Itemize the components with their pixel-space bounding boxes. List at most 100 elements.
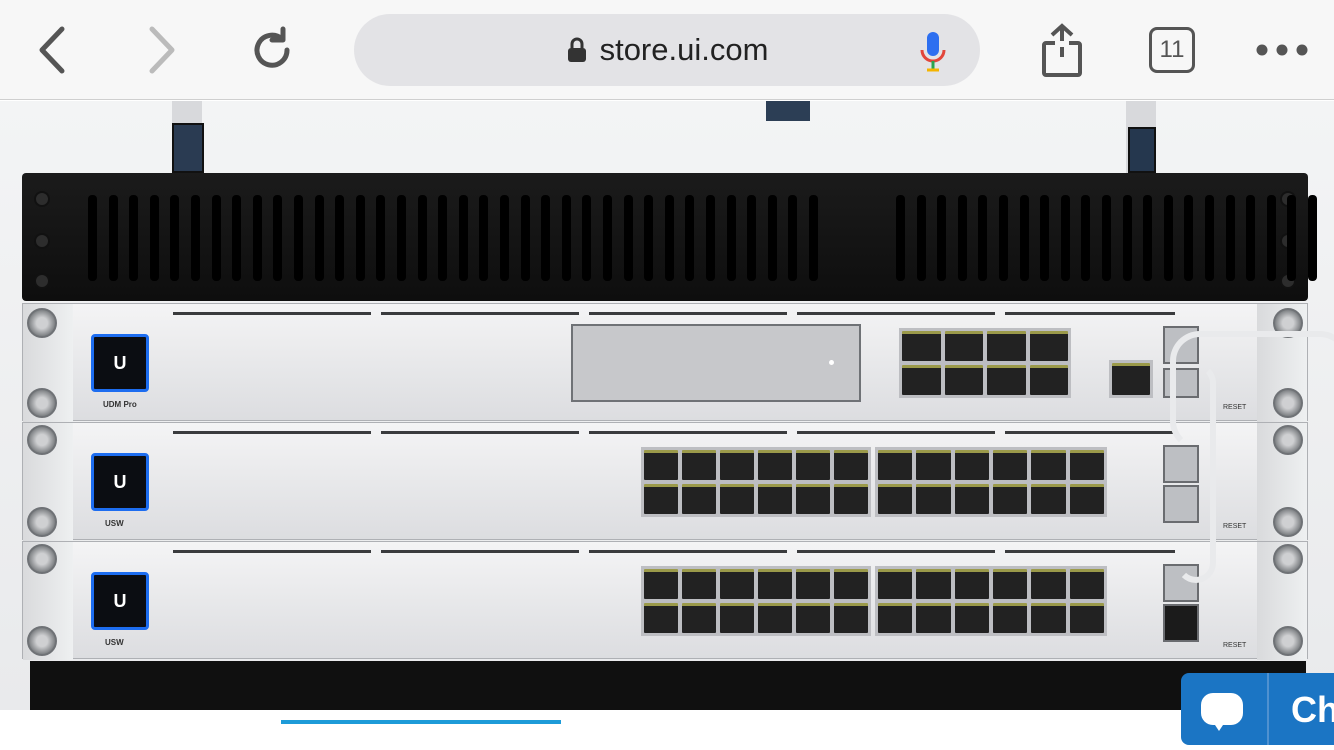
vent-stripe <box>1005 312 1175 315</box>
vent-stripe <box>797 431 995 434</box>
vent-slot <box>1205 195 1214 281</box>
rack-bolt <box>27 626 57 656</box>
port <box>992 603 1028 633</box>
port <box>902 365 941 395</box>
vent-slot <box>747 195 757 281</box>
chat-bubble-icon <box>1201 693 1243 731</box>
forward-button[interactable] <box>134 22 190 78</box>
port <box>1029 331 1068 361</box>
port <box>720 603 754 633</box>
vent-slot <box>149 195 159 281</box>
status-led <box>829 360 834 365</box>
port <box>944 331 983 361</box>
ubiquiti-logo: U <box>91 334 149 392</box>
vent-slot <box>191 195 200 281</box>
rack-vent-panel <box>22 173 1317 301</box>
port <box>1031 569 1066 599</box>
port <box>954 603 989 633</box>
chat-label: Ch <box>1291 689 1334 730</box>
rack-bolt <box>1273 626 1303 656</box>
vent-stripe <box>381 550 579 553</box>
vent-slot <box>1143 195 1153 281</box>
port <box>954 484 989 514</box>
port <box>834 450 868 480</box>
port <box>758 450 792 480</box>
phone-device <box>1128 127 1156 173</box>
vent-slot <box>916 195 926 281</box>
port <box>644 484 678 514</box>
model-label: USW <box>105 638 124 647</box>
vent-slot <box>417 195 427 281</box>
port <box>878 603 913 633</box>
vent-slot <box>957 195 967 281</box>
chat-button[interactable]: Ch <box>1181 673 1334 745</box>
usw-switch-unit: U USW RESET <box>22 422 1308 541</box>
ubiquiti-logo: U <box>91 453 149 511</box>
vent-slot <box>726 195 736 281</box>
vent-slot <box>211 195 221 281</box>
port <box>902 331 941 361</box>
ubiquiti-logo: U <box>91 572 149 630</box>
vent-stripe <box>1005 550 1175 553</box>
port <box>878 569 913 599</box>
port <box>834 603 868 633</box>
vent-slot <box>896 195 905 281</box>
ethernet-ports <box>875 447 1107 517</box>
port <box>796 484 830 514</box>
port <box>1069 569 1104 599</box>
vent-slot <box>809 195 818 281</box>
address-bar[interactable]: store.ui.com <box>354 14 980 86</box>
udm-pro-unit: U UDM Pro RESET <box>22 303 1308 422</box>
vent-slot <box>1040 195 1050 281</box>
reload-button[interactable] <box>244 22 300 78</box>
more-icon <box>1256 44 1308 56</box>
rack-screw <box>34 191 50 207</box>
ethernet-ports <box>641 566 871 636</box>
drive-bay <box>571 324 861 402</box>
vent-slot <box>1163 195 1173 281</box>
vent-slot <box>355 195 365 281</box>
port <box>987 365 1026 395</box>
tabs-button[interactable]: 11 <box>1144 22 1200 78</box>
port <box>720 569 754 599</box>
port <box>720 450 754 480</box>
browser-toolbar: store.ui.com 11 <box>0 0 1334 100</box>
vent-stripe <box>173 550 371 553</box>
vent-slot <box>1184 195 1194 281</box>
port <box>834 484 868 514</box>
vent-stripe <box>381 431 579 434</box>
reload-icon <box>254 26 290 68</box>
rack-bolt <box>1273 507 1303 537</box>
port <box>758 603 792 633</box>
tabs-count: 11 <box>1149 27 1195 73</box>
port <box>796 450 830 480</box>
port <box>916 450 951 480</box>
vent-slot <box>520 195 530 281</box>
chevron-right-icon <box>149 26 175 74</box>
vent-slot <box>1122 195 1132 281</box>
url-text: store.ui.com <box>599 32 769 67</box>
ethernet-ports <box>875 566 1107 636</box>
rack-screw <box>34 273 50 289</box>
microphone-icon[interactable] <box>918 30 948 72</box>
port <box>758 484 792 514</box>
phone-device <box>172 123 204 173</box>
lock-icon <box>567 37 586 62</box>
port <box>796 603 830 633</box>
divider <box>1267 673 1269 745</box>
vent-slot <box>603 195 612 281</box>
ethernet-ports <box>641 447 871 517</box>
phone-device <box>766 101 810 121</box>
vent-slot <box>664 195 674 281</box>
more-button[interactable] <box>1254 22 1310 78</box>
share-button[interactable] <box>1034 22 1090 78</box>
vent-slot <box>170 195 180 281</box>
vent-slot <box>88 195 97 281</box>
model-label: USW <box>105 519 124 528</box>
back-button[interactable] <box>24 22 80 78</box>
rack-screw <box>34 233 50 249</box>
vent-stripe <box>797 550 995 553</box>
vent-slot <box>335 195 345 281</box>
rack-bolt <box>27 425 57 455</box>
vent-slot <box>108 195 118 281</box>
